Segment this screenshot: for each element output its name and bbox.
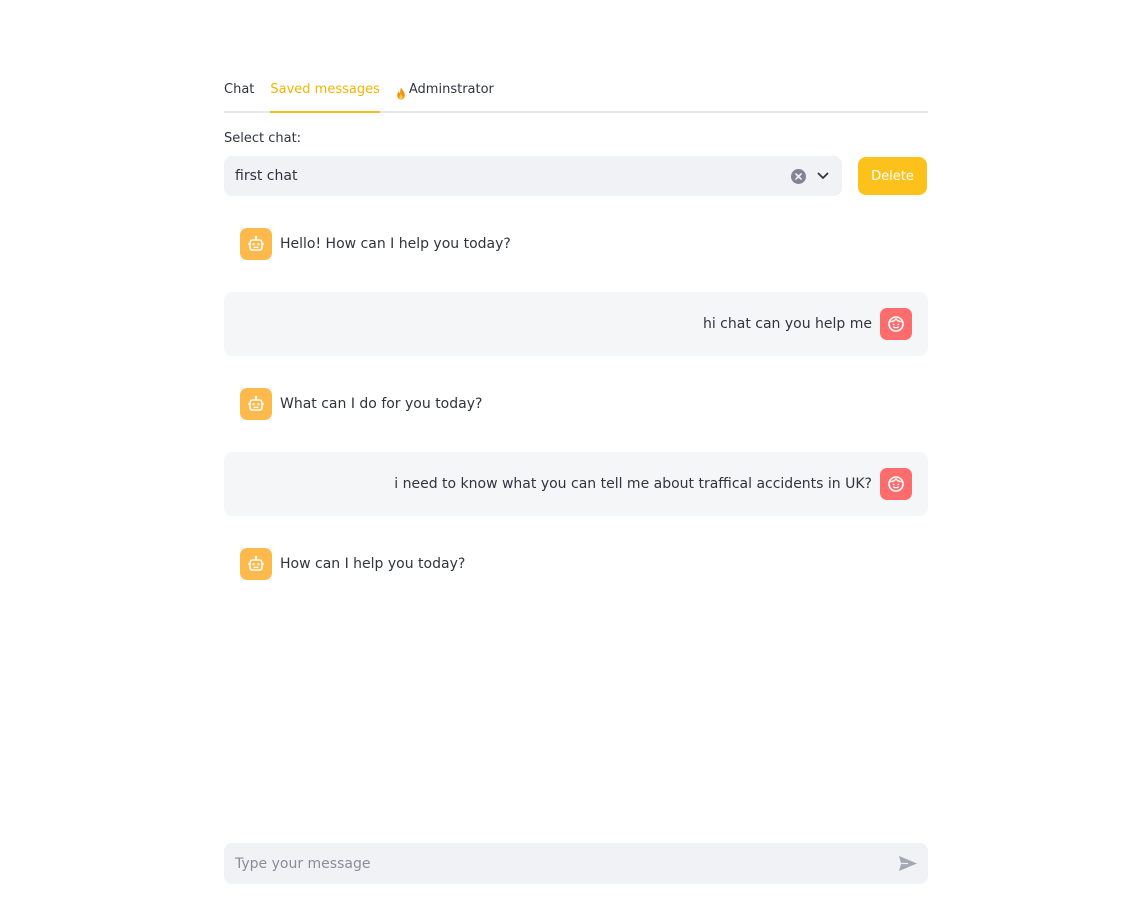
tab-bar: Chat Saved messages Adminstrator [224,76,928,113]
chat-message-user: hi chat can you help me [224,292,928,356]
fire-icon [396,83,406,111]
delete-button[interactable]: Delete [858,157,927,195]
tab-label: Adminstrator [408,82,494,97]
tab-label: Chat [224,82,255,97]
chat-message-input[interactable] [233,854,897,873]
chevron-down-icon[interactable] [815,168,831,184]
select-value: first chat [235,168,298,184]
tab-label: Saved messages [270,82,380,97]
clear-icon[interactable] [791,168,806,184]
bot-avatar-icon [240,228,272,260]
chat-select[interactable]: first chat [224,156,842,196]
message-text: Hello! How can I help you today? [280,236,511,252]
tab-administrator[interactable]: Adminstrator [396,76,494,111]
tab-saved-messages[interactable]: Saved messages [270,76,380,113]
bot-avatar-icon [240,388,272,420]
select-chat-label: Select chat: [224,131,302,146]
chat-message-user: i need to know what you can tell me abou… [224,452,928,516]
chat-message-assistant: Hello! How can I help you today? [224,212,928,276]
message-text: i need to know what you can tell me abou… [394,476,872,492]
chat-input-bar [224,843,928,884]
message-text: How can I help you today? [280,556,466,572]
message-text: hi chat can you help me [702,316,872,332]
tab-chat[interactable]: Chat [224,76,254,111]
chat-message-assistant: What can I do for you today? [224,372,928,436]
chat-message-assistant: How can I help you today? [224,532,928,596]
send-icon[interactable] [897,853,919,875]
user-avatar-icon [880,468,912,500]
message-text: What can I do for you today? [280,396,483,412]
bot-avatar-icon [240,548,272,580]
user-avatar-icon [880,308,912,340]
app-page: Chat Saved messages Adminstrator Select … [0,0,1138,915]
